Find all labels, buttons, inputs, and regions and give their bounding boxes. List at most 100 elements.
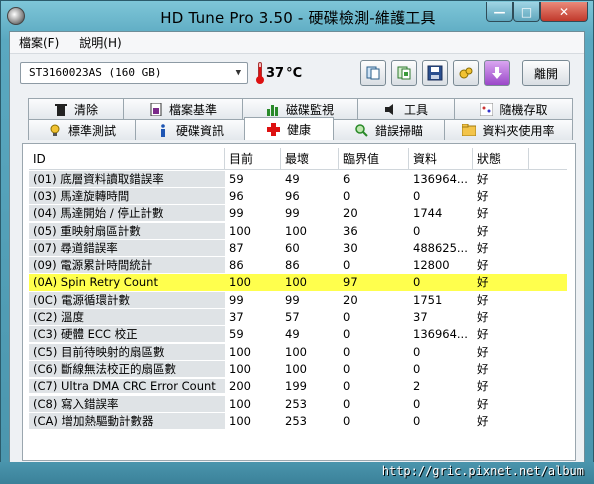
maximize-button[interactable]: □ bbox=[513, 2, 540, 22]
tab-tools[interactable]: 工具 bbox=[357, 98, 455, 119]
client-area: 檔案(F) 說明(H) ST3160023AS (160 GB) ▼ 37 °C bbox=[9, 31, 585, 467]
header-id[interactable]: ID bbox=[29, 148, 225, 169]
table-row[interactable]: (0A) Spin Retry Count 100 100 97 0 好 bbox=[29, 273, 567, 292]
file-benchmark-icon bbox=[149, 102, 163, 116]
cell-data: 12800 bbox=[413, 258, 450, 273]
cell-worst: 86 bbox=[285, 258, 300, 273]
cell-current: 37 bbox=[229, 310, 244, 325]
cell-status: 好 bbox=[477, 292, 489, 307]
cell-status: 好 bbox=[477, 361, 489, 376]
cell-threshold: 36 bbox=[343, 223, 358, 238]
cell-threshold: 6 bbox=[343, 171, 351, 186]
menu-file[interactable]: 檔案(F) bbox=[16, 33, 62, 52]
table-row[interactable]: (03) 馬達旋轉時間 96 96 0 0 好 bbox=[29, 187, 567, 204]
cell-worst: 100 bbox=[285, 223, 307, 238]
cell-id: (0A) Spin Retry Count bbox=[29, 275, 225, 290]
cell-status: 好 bbox=[477, 275, 489, 290]
header-threshold[interactable]: 臨界值 bbox=[339, 148, 409, 169]
random-access-icon bbox=[479, 102, 493, 116]
download-button[interactable] bbox=[484, 60, 510, 86]
cell-id: (01) 底層資料讀取錯誤率 bbox=[29, 170, 225, 187]
tab-disk-monitor[interactable]: 磁碟監視 bbox=[242, 98, 358, 119]
cell-data: 0 bbox=[413, 361, 421, 376]
cell-data: 2 bbox=[413, 379, 421, 394]
cell-threshold: 0 bbox=[343, 344, 351, 359]
drive-select[interactable]: ST3160023AS (160 GB) ▼ bbox=[20, 62, 248, 84]
table-row[interactable]: (01) 底層資料讀取錯誤率 59 49 6 136964... 好 bbox=[29, 170, 567, 187]
exit-button[interactable]: 離開 bbox=[522, 60, 570, 86]
tab-health[interactable]: 健康 bbox=[244, 117, 334, 140]
cell-data: 0 bbox=[413, 275, 421, 290]
cell-status: 好 bbox=[477, 206, 489, 221]
header-data[interactable]: 資料 bbox=[409, 148, 473, 169]
header-status[interactable]: 狀態 bbox=[473, 148, 529, 169]
title-bar[interactable]: HD Tune Pro 3.50 - 硬碟檢測-維護工具 — □ ✕ bbox=[1, 1, 594, 31]
download-arrow-icon bbox=[492, 67, 502, 79]
cell-threshold: 0 bbox=[343, 379, 351, 394]
app-window: HD Tune Pro 3.50 - 硬碟檢測-維護工具 — □ ✕ 檔案(F)… bbox=[0, 0, 594, 484]
table-row[interactable]: (C7) Ultra DMA CRC Error Count 200 199 0 2 好 bbox=[29, 378, 567, 395]
table-row[interactable]: (07) 尋道錯誤率 87 60 30 488625... 好 bbox=[29, 239, 567, 256]
table-row[interactable]: (C2) 溫度 37 57 0 37 好 bbox=[29, 308, 567, 326]
tab-random-access[interactable]: 隨機存取 bbox=[454, 98, 573, 119]
tab-tools-label: 工具 bbox=[403, 102, 428, 117]
cell-threshold: 0 bbox=[343, 258, 351, 273]
cell-id: (05) 重映射扇區計數 bbox=[29, 222, 225, 239]
cell-status: 好 bbox=[477, 188, 489, 203]
cell-current: 96 bbox=[229, 188, 244, 203]
cell-worst: 99 bbox=[285, 206, 300, 221]
cell-data: 488625... bbox=[413, 240, 468, 255]
table-row[interactable]: (CA) 增加熱驅動計數器 100 253 0 0 好 bbox=[29, 412, 567, 429]
cell-id: (07) 尋道錯誤率 bbox=[29, 239, 225, 256]
table-row[interactable]: (04) 馬達開始 / 停止計數 99 99 20 1744 好 bbox=[29, 205, 567, 222]
cell-id: (C2) 溫度 bbox=[29, 309, 225, 326]
cell-current: 86 bbox=[229, 258, 244, 273]
cell-data: 136964... bbox=[413, 171, 468, 186]
copy-text-button[interactable] bbox=[360, 60, 386, 86]
table-row[interactable]: (0C) 電源循環計數 99 99 20 1751 好 bbox=[29, 291, 567, 308]
header-current[interactable]: 目前 bbox=[225, 148, 281, 169]
cell-worst: 253 bbox=[285, 396, 307, 411]
tab-benchmark-label: 標準測試 bbox=[67, 123, 116, 138]
cell-data: 1751 bbox=[413, 292, 443, 307]
cell-current: 100 bbox=[229, 344, 251, 359]
table-body: (01) 底層資料讀取錯誤率 59 49 6 136964... 好 (03) 馬達旋轉時間… bbox=[29, 170, 567, 429]
cell-id: (C3) 硬體 ECC 校正 bbox=[29, 326, 225, 343]
copy-icon bbox=[366, 66, 380, 80]
close-button[interactable]: ✕ bbox=[540, 2, 588, 22]
cell-id: (09) 電源累計時間統計 bbox=[29, 257, 225, 274]
table-row[interactable]: (C3) 硬體 ECC 校正 59 49 0 136964... 好 bbox=[29, 326, 567, 343]
table-row[interactable]: (C6) 斷線無法校正的扇區數 100 100 0 0 好 bbox=[29, 360, 567, 377]
smart-table: ID 目前 最壞 臨界值 資料 狀態 (01) 底層資料讀取錯誤率 59 49 6 13… bbox=[29, 148, 567, 429]
table-row[interactable]: (09) 電源累計時間統計 86 86 0 12800 好 bbox=[29, 256, 567, 274]
bulb-icon bbox=[48, 123, 62, 137]
options-button[interactable] bbox=[453, 60, 479, 86]
table-row[interactable]: (C5) 目前待映射的扇區數 100 100 0 0 好 bbox=[29, 343, 567, 360]
tab-info[interactable]: 硬碟資訊 bbox=[135, 119, 245, 140]
tab-health-label: 健康 bbox=[286, 122, 311, 137]
table-row[interactable]: (05) 重映射扇區計數 100 100 36 0 好 bbox=[29, 222, 567, 239]
cell-id: (C7) Ultra DMA CRC Error Count bbox=[29, 379, 225, 394]
tab-error-scan[interactable]: 錯誤掃瞄 bbox=[333, 119, 445, 140]
cell-current: 59 bbox=[229, 171, 244, 186]
cell-status: 好 bbox=[477, 258, 489, 273]
table-row[interactable]: (C8) 寫入錯誤率 100 253 0 0 好 bbox=[29, 395, 567, 412]
cell-worst: 199 bbox=[285, 379, 307, 394]
tab-row-front: 標準測試 硬碟資訊 健康 錯誤掃瞄 資料夾使用率 bbox=[28, 117, 576, 140]
copy-screenshot-button[interactable] bbox=[391, 60, 417, 86]
cell-worst: 49 bbox=[285, 327, 300, 342]
cell-id: (C8) 寫入錯誤率 bbox=[29, 395, 225, 412]
save-button[interactable] bbox=[422, 60, 448, 86]
cell-status: 好 bbox=[477, 310, 489, 325]
tab-benchmark[interactable]: 標準測試 bbox=[28, 119, 136, 140]
tab-file-benchmark[interactable]: 檔案基準 bbox=[123, 98, 243, 119]
tab-folder-usage[interactable]: 資料夾使用率 bbox=[444, 119, 573, 140]
header-worst[interactable]: 最壞 bbox=[281, 148, 339, 169]
menu-help[interactable]: 說明(H) bbox=[76, 33, 124, 52]
cell-status: 好 bbox=[477, 413, 489, 428]
tab-erase[interactable]: 清除 bbox=[28, 98, 124, 119]
minimize-button[interactable]: — bbox=[486, 2, 513, 22]
cell-worst: 49 bbox=[285, 171, 300, 186]
cell-id: (04) 馬達開始 / 停止計數 bbox=[29, 205, 225, 222]
red-cross-icon bbox=[267, 122, 281, 136]
